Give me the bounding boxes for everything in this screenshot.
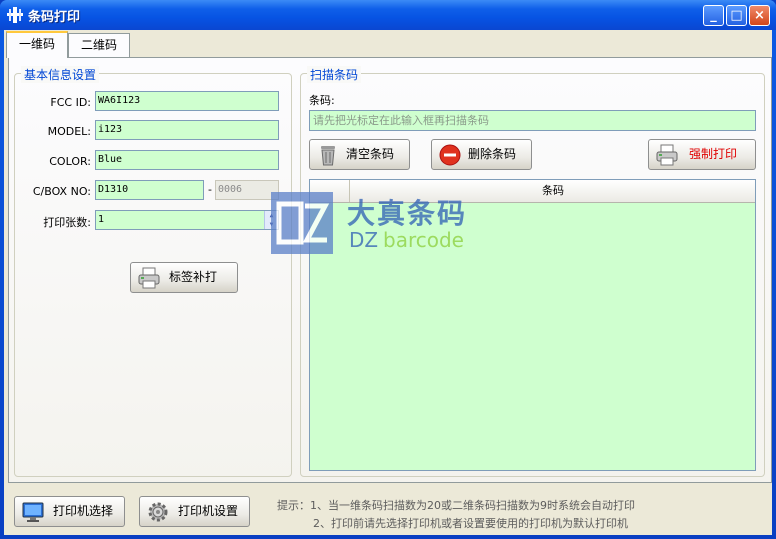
basic-info-title: 基本信息设置 [21, 66, 100, 83]
print-count-label: 打印张数: [43, 216, 91, 229]
printer-icon [656, 144, 678, 166]
fcc-id-input[interactable]: WA6I123 [95, 91, 279, 111]
force-print-button[interactable]: 强制打印 [648, 139, 756, 170]
select-printer-text: 打印机选择 [53, 504, 114, 518]
tab-1d-barcode[interactable]: 一维码 [6, 31, 69, 58]
monitor-icon [22, 502, 44, 522]
dzbarcode-watermark: 大真条码 DZ barcode [271, 192, 491, 254]
printer-icon [138, 267, 160, 289]
maximize-button[interactable]: □ [726, 5, 747, 26]
hint-line-1: 提示：1、当一维条码扫描数为20或二维条码扫描数为9时系统会自动打印 [277, 499, 635, 512]
model-label: MODEL: [47, 125, 91, 138]
title-bar[interactable]: 条码打印 _ □ × [0, 0, 776, 30]
delete-barcode-text: 删除条码 [468, 147, 517, 161]
color-label: COLOR: [49, 155, 91, 168]
delete-icon [439, 144, 461, 166]
delete-barcode-button[interactable]: 删除条码 [431, 139, 532, 170]
barcode-label: 条码: [309, 94, 335, 107]
dz-logo-icon [271, 192, 333, 254]
color-input[interactable]: Blue [95, 150, 279, 170]
window-title: 条码打印 [28, 10, 81, 25]
gear-icon [148, 502, 168, 522]
cbox-suffix-input: 0006 [215, 180, 279, 200]
cbox-no-input[interactable]: D1310 [95, 180, 204, 200]
reprint-label-text: 标签补打 [169, 270, 218, 284]
cbox-dash: - [208, 183, 212, 196]
watermark-en-prefix: DZ [349, 228, 379, 252]
cbox-no-label: C/BOX NO: [32, 185, 91, 198]
reprint-label-button[interactable]: 标签补打 [130, 262, 238, 293]
trash-icon [321, 146, 335, 166]
clear-barcodes-button[interactable]: 清空条码 [309, 139, 410, 170]
watermark-cn-text: 大真条码 [347, 197, 468, 230]
scan-title: 扫描条码 [307, 66, 362, 83]
client-area: 一维码 二维码 基本信息设置 FCC ID: WA6I123 MODEL: i1… [4, 30, 772, 535]
force-print-text: 强制打印 [689, 147, 738, 161]
basic-info-group: 基本信息设置 FCC ID: WA6I123 MODEL: i123 COLOR… [14, 66, 292, 477]
clear-barcodes-text: 清空条码 [346, 147, 395, 161]
barcode-app-icon [7, 7, 23, 23]
watermark-en-suffix: barcode [383, 228, 464, 252]
hint-line-2: 2、打印前请先选择打印机或者设置要使用的打印机为默认打印机 [313, 517, 628, 530]
minimize-button[interactable]: _ [703, 5, 724, 26]
app-window: 条码打印 _ □ × 一维码 二维码 基本信息设置 FCC ID: WA6I12… [0, 0, 776, 539]
close-button[interactable]: × [749, 5, 770, 26]
fcc-id-label: FCC ID: [50, 96, 91, 109]
print-count-value: 1 [98, 214, 105, 225]
print-count-stepper[interactable]: 1 ▲ ▼ [95, 210, 279, 230]
select-printer-button[interactable]: 打印机选择 [14, 496, 125, 527]
tab-panel: 基本信息设置 FCC ID: WA6I123 MODEL: i123 COLOR… [8, 57, 772, 483]
tab-2d-barcode[interactable]: 二维码 [68, 33, 131, 57]
model-input[interactable]: i123 [95, 120, 279, 140]
printer-settings-button[interactable]: 打印机设置 [139, 496, 250, 527]
scan-group: 扫描条码 条码: 请先把光标定在此输入框再扫描条码 清空条码 删除条码 强制打印… [300, 66, 765, 477]
barcode-scan-input[interactable]: 请先把光标定在此输入框再扫描条码 [309, 110, 756, 131]
printer-settings-text: 打印机设置 [178, 504, 239, 518]
